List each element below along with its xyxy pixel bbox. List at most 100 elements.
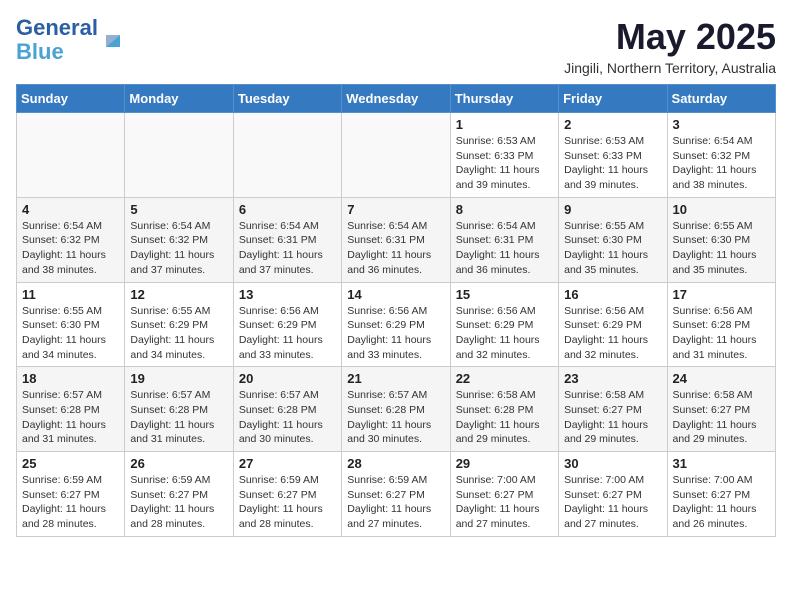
day-cell (233, 113, 341, 198)
day-number: 6 (239, 202, 336, 217)
day-number: 16 (564, 287, 661, 302)
day-info: Sunrise: 6:53 AMSunset: 6:33 PMDaylight:… (456, 134, 553, 193)
day-cell: 3 Sunrise: 6:54 AMSunset: 6:32 PMDaylight… (667, 113, 775, 198)
day-number: 28 (347, 456, 444, 471)
day-number: 9 (564, 202, 661, 217)
col-header-monday: Monday (125, 85, 233, 113)
day-cell: 10 Sunrise: 6:55 AMSunset: 6:30 PMDayligh… (667, 197, 775, 282)
day-number: 24 (673, 371, 770, 386)
day-number: 20 (239, 371, 336, 386)
day-cell: 24 Sunrise: 6:58 AMSunset: 6:27 PMDayligh… (667, 367, 775, 452)
day-info: Sunrise: 6:59 AMSunset: 6:27 PMDaylight:… (347, 473, 444, 532)
day-info: Sunrise: 6:58 AMSunset: 6:27 PMDaylight:… (673, 388, 770, 447)
day-cell: 31Sunrise: 7:00 AMSunset: 6:27 PMDayligh… (667, 452, 775, 537)
week-row-3: 11 Sunrise: 6:55 AMSunset: 6:30 PMDayligh… (17, 282, 776, 367)
day-info: Sunrise: 6:58 AMSunset: 6:27 PMDaylight:… (564, 388, 661, 447)
day-number: 26 (130, 456, 227, 471)
day-number: 2 (564, 117, 661, 132)
day-cell: 13 Sunrise: 6:56 AMSunset: 6:29 PMDayligh… (233, 282, 341, 367)
day-number: 5 (130, 202, 227, 217)
day-cell: 19 Sunrise: 6:57 AMSunset: 6:28 PMDayligh… (125, 367, 233, 452)
day-number: 3 (673, 117, 770, 132)
day-info: Sunrise: 6:57 AMSunset: 6:28 PMDaylight:… (347, 388, 444, 447)
day-cell: 15Sunrise: 6:56 AMSunset: 6:29 PMDayligh… (450, 282, 558, 367)
calendar-table: SundayMondayTuesdayWednesdayThursdayFrid… (16, 84, 776, 537)
logo-text: GeneralBlue (16, 16, 98, 64)
day-cell: 29 Sunrise: 7:00 AMSunset: 6:27 PMDayligh… (450, 452, 558, 537)
day-info: Sunrise: 6:59 AMSunset: 6:27 PMDaylight:… (239, 473, 336, 532)
day-number: 13 (239, 287, 336, 302)
day-info: Sunrise: 6:55 AMSunset: 6:30 PMDaylight:… (22, 304, 119, 363)
day-info: Sunrise: 6:56 AMSunset: 6:29 PMDaylight:… (347, 304, 444, 363)
day-number: 25 (22, 456, 119, 471)
day-info: Sunrise: 6:56 AMSunset: 6:29 PMDaylight:… (239, 304, 336, 363)
week-row-2: 4 Sunrise: 6:54 AMSunset: 6:32 PMDaylight… (17, 197, 776, 282)
day-cell: 11 Sunrise: 6:55 AMSunset: 6:30 PMDayligh… (17, 282, 125, 367)
day-info: Sunrise: 6:55 AMSunset: 6:29 PMDaylight:… (130, 304, 227, 363)
col-header-friday: Friday (559, 85, 667, 113)
day-info: Sunrise: 6:54 AMSunset: 6:31 PMDaylight:… (456, 219, 553, 278)
day-cell: 16 Sunrise: 6:56 AMSunset: 6:29 PMDayligh… (559, 282, 667, 367)
day-cell: 23 Sunrise: 6:58 AMSunset: 6:27 PMDayligh… (559, 367, 667, 452)
day-number: 10 (673, 202, 770, 217)
day-info: Sunrise: 6:55 AMSunset: 6:30 PMDaylight:… (673, 219, 770, 278)
day-cell: 18Sunrise: 6:57 AMSunset: 6:28 PMDayligh… (17, 367, 125, 452)
day-cell (342, 113, 450, 198)
day-cell: 20 Sunrise: 6:57 AMSunset: 6:28 PMDayligh… (233, 367, 341, 452)
day-info: Sunrise: 6:54 AMSunset: 6:32 PMDaylight:… (673, 134, 770, 193)
day-info: Sunrise: 6:54 AMSunset: 6:32 PMDaylight:… (22, 219, 119, 278)
day-number: 8 (456, 202, 553, 217)
day-cell: 6 Sunrise: 6:54 AMSunset: 6:31 PMDaylight… (233, 197, 341, 282)
day-number: 4 (22, 202, 119, 217)
day-cell (125, 113, 233, 198)
day-number: 18 (22, 371, 119, 386)
day-cell: 30 Sunrise: 7:00 AMSunset: 6:27 PMDayligh… (559, 452, 667, 537)
day-info: Sunrise: 6:53 AMSunset: 6:33 PMDaylight:… (564, 134, 661, 193)
day-number: 19 (130, 371, 227, 386)
day-number: 15 (456, 287, 553, 302)
day-cell: 8 Sunrise: 6:54 AMSunset: 6:31 PMDaylight… (450, 197, 558, 282)
day-number: 31 (673, 456, 770, 471)
day-cell: 5 Sunrise: 6:54 AMSunset: 6:32 PMDaylight… (125, 197, 233, 282)
day-info: Sunrise: 7:00 AMSunset: 6:27 PMDaylight:… (456, 473, 553, 532)
day-cell: 7 Sunrise: 6:54 AMSunset: 6:31 PMDaylight… (342, 197, 450, 282)
day-info: Sunrise: 6:56 AMSunset: 6:29 PMDaylight:… (564, 304, 661, 363)
page-header: GeneralBlue May 2025 Jingili, Northern T… (16, 16, 776, 76)
day-cell: 14 Sunrise: 6:56 AMSunset: 6:29 PMDayligh… (342, 282, 450, 367)
col-header-thursday: Thursday (450, 85, 558, 113)
day-cell (17, 113, 125, 198)
day-number: 14 (347, 287, 444, 302)
day-info: Sunrise: 6:57 AMSunset: 6:28 PMDaylight:… (130, 388, 227, 447)
day-number: 1 (456, 117, 553, 132)
day-info: Sunrise: 6:54 AMSunset: 6:31 PMDaylight:… (347, 219, 444, 278)
location: Jingili, Northern Territory, Australia (564, 60, 776, 76)
day-info: Sunrise: 6:57 AMSunset: 6:28 PMDaylight:… (239, 388, 336, 447)
month-title: May 2025 (564, 16, 776, 58)
day-cell: 2 Sunrise: 6:53 AMSunset: 6:33 PMDaylight… (559, 113, 667, 198)
day-cell: 17 Sunrise: 6:56 AMSunset: 6:28 PMDayligh… (667, 282, 775, 367)
logo: GeneralBlue (16, 16, 124, 64)
day-info: Sunrise: 7:00 AMSunset: 6:27 PMDaylight:… (564, 473, 661, 532)
calendar-header-row: SundayMondayTuesdayWednesdayThursdayFrid… (17, 85, 776, 113)
title-block: May 2025 Jingili, Northern Territory, Au… (564, 16, 776, 76)
day-cell: 27Sunrise: 6:59 AMSunset: 6:27 PMDayligh… (233, 452, 341, 537)
day-number: 21 (347, 371, 444, 386)
day-info: Sunrise: 6:55 AMSunset: 6:30 PMDaylight:… (564, 219, 661, 278)
day-info: Sunrise: 6:54 AMSunset: 6:32 PMDaylight:… (130, 219, 227, 278)
day-number: 29 (456, 456, 553, 471)
logo-icon (102, 29, 124, 51)
day-number: 7 (347, 202, 444, 217)
day-number: 11 (22, 287, 119, 302)
day-info: Sunrise: 6:54 AMSunset: 6:31 PMDaylight:… (239, 219, 336, 278)
day-number: 30 (564, 456, 661, 471)
day-info: Sunrise: 6:58 AMSunset: 6:28 PMDaylight:… (456, 388, 553, 447)
day-cell: 22Sunrise: 6:58 AMSunset: 6:28 PMDayligh… (450, 367, 558, 452)
day-number: 17 (673, 287, 770, 302)
day-number: 23 (564, 371, 661, 386)
day-cell: 21 Sunrise: 6:57 AMSunset: 6:28 PMDayligh… (342, 367, 450, 452)
day-info: Sunrise: 6:56 AMSunset: 6:28 PMDaylight:… (673, 304, 770, 363)
day-info: Sunrise: 6:59 AMSunset: 6:27 PMDaylight:… (130, 473, 227, 532)
day-cell: 26 Sunrise: 6:59 AMSunset: 6:27 PMDayligh… (125, 452, 233, 537)
week-row-4: 18 Sunrise: 6:57 AMSunset: 6:28 PMDayligh… (17, 367, 776, 452)
day-info: Sunrise: 6:59 AMSunset: 6:27 PMDaylight:… (22, 473, 119, 532)
